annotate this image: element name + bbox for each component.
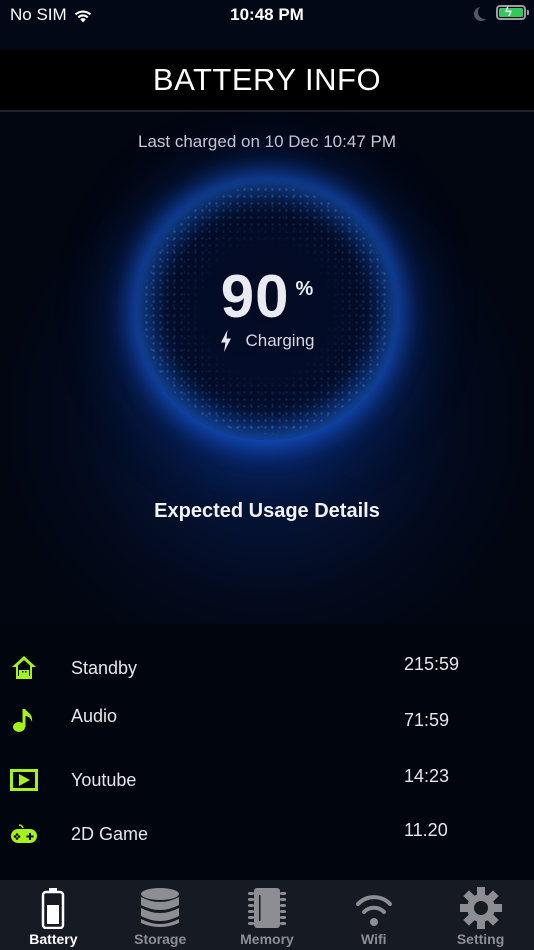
battery-percent-value: 90	[220, 263, 290, 330]
usage-label: Standby	[71, 658, 138, 678]
gear-icon	[459, 886, 503, 930]
battery-icon	[31, 886, 75, 930]
nav-header: BATTERY INFO	[0, 50, 534, 112]
battery-percent: 90%	[137, 262, 397, 331]
last-charged-text: Last charged on 10 Dec 10:47 PM	[138, 132, 396, 151]
tab-memory[interactable]: Memory	[214, 880, 321, 950]
usage-row-standby: Standby 215:59	[0, 648, 534, 688]
gamepad-icon	[11, 824, 37, 843]
page-title: BATTERY INFO	[152, 62, 382, 97]
do-not-disturb-moon-icon	[478, 5, 492, 19]
percent-sign: %	[295, 278, 314, 300]
charging-status: Charging	[137, 330, 397, 352]
usage-row-video	[0, 870, 534, 880]
usage-list: Standby 215:59 Audio 71:59 Youtube 14:23	[0, 624, 534, 880]
status-right: ϟ	[474, 4, 529, 20]
wifi-icon	[352, 886, 396, 930]
tab-label: Wifi	[361, 931, 387, 947]
usage-value: 215:59	[404, 654, 460, 674]
memory-chip-icon	[245, 886, 289, 930]
status-bar: No SIM 10:48 PM ϟ	[0, 0, 534, 48]
tab-label: Setting	[456, 931, 505, 947]
storage-icon	[138, 886, 182, 930]
usage-label: 2D Game	[71, 824, 149, 844]
clock: 10:48 PM	[230, 5, 304, 24]
usage-value: 11.20	[404, 820, 448, 840]
usage-value: 71:59	[404, 710, 450, 730]
battery-charging-icon: ϟ	[496, 4, 529, 20]
lightning-bolt-icon	[220, 330, 231, 352]
tab-battery[interactable]: Battery	[0, 880, 107, 950]
usage-row-2d-game: 2D Game 11.20	[0, 814, 534, 854]
tab-label: Memory	[240, 931, 294, 947]
house-icon	[12, 656, 36, 679]
tab-label: Battery	[29, 931, 78, 947]
music-note-icon	[13, 709, 33, 732]
battery-orb: 90% Charging	[137, 180, 397, 440]
usage-label: Youtube	[71, 770, 137, 790]
tab-setting[interactable]: Setting	[427, 880, 534, 950]
tab-label: Storage	[134, 931, 187, 947]
tab-wifi[interactable]: Wifi	[320, 880, 427, 950]
usage-section-title: Expected Usage Details	[154, 500, 380, 522]
battery-info-screen: No SIM 10:48 PM ϟ BATTERY INFO Last char…	[0, 0, 534, 950]
usage-row-audio: Audio 71:59	[0, 700, 534, 740]
usage-value: 14:23	[404, 766, 450, 786]
tab-storage[interactable]: Storage	[107, 880, 214, 950]
tab-bar: Battery Storage Memory Wifi Setting	[0, 880, 534, 950]
video-play-icon	[10, 769, 38, 791]
usage-label: Audio	[71, 706, 118, 726]
usage-row-youtube: Youtube 14:23	[0, 760, 534, 800]
charging-status-label: Charging	[245, 331, 315, 350]
